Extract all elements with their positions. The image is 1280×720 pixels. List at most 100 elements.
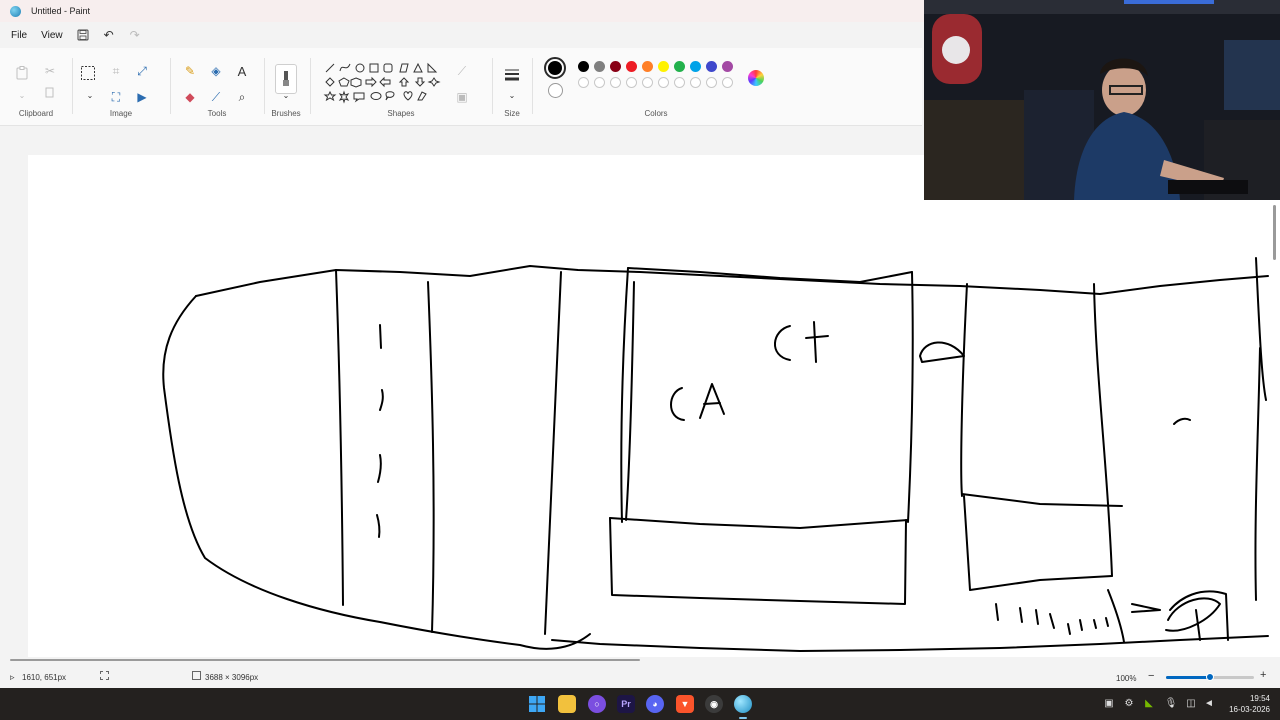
volume-icon[interactable]: ◄: [1202, 696, 1216, 710]
color-swatch[interactable]: [674, 61, 685, 72]
menu-file[interactable]: File: [6, 27, 32, 44]
select-dropdown-icon[interactable]: ⌄: [80, 86, 100, 104]
paint-taskbar-icon[interactable]: [734, 695, 752, 713]
taskbar: ○ Pr ◕ ▼ ◉ ▣ ⚙ ◣ 🎙 ◫ ◄ 19:54 16-03-2026: [0, 688, 1280, 720]
paste-icon[interactable]: [12, 64, 32, 82]
cursor-position: 1610, 651px: [22, 673, 67, 682]
color-swatch[interactable]: [674, 77, 685, 88]
shape-fill-icon[interactable]: ▣: [452, 88, 472, 106]
image-label: Image: [109, 109, 133, 118]
clipboard-group: ⌄ ✂ Clipboard: [6, 54, 66, 124]
primary-color[interactable]: [544, 57, 566, 79]
color-swatch[interactable]: [722, 77, 733, 88]
crop-icon[interactable]: ⌗: [106, 62, 126, 80]
color-swatch[interactable]: [594, 77, 605, 88]
size-label: Size: [504, 109, 520, 118]
color-swatch[interactable]: [626, 61, 637, 72]
app-circle-icon[interactable]: ○: [588, 695, 606, 713]
magnifier-icon[interactable]: ⌕: [232, 88, 252, 106]
color-swatch[interactable]: [610, 77, 621, 88]
zoom-in-icon[interactable]: +: [1260, 669, 1266, 681]
image-select-icon[interactable]: ⛶: [106, 88, 126, 106]
size-group: ⌄ Size: [498, 54, 526, 124]
brush-dropdown-icon[interactable]: ⌄: [276, 86, 296, 104]
paint-app-icon: [10, 5, 21, 17]
selection-size-icon: [100, 671, 109, 680]
save-icon[interactable]: [72, 26, 94, 44]
drawing-strokes: [162, 257, 1269, 652]
tray-app-icon[interactable]: ▣: [1102, 696, 1116, 710]
size-icon[interactable]: [502, 66, 522, 84]
menu-view[interactable]: View: [36, 27, 68, 44]
undo-icon[interactable]: ↶: [98, 26, 120, 44]
color-swatch[interactable]: [642, 77, 653, 88]
zoom-out-icon[interactable]: −: [1148, 670, 1154, 682]
color-swatch[interactable]: [722, 61, 733, 72]
tray-nvidia-icon[interactable]: ◣: [1142, 696, 1156, 710]
fill-icon[interactable]: ◈: [206, 62, 226, 80]
microphone-icon[interactable]: 🎙: [1164, 696, 1178, 710]
active-indicator: [739, 717, 747, 719]
ribbon-toolbar: ⌄ ✂ Clipboard ⌄ ⌗ ⤢ ⛶ ▶ Image ✎ ◈ A ◆ ⟋ …: [0, 48, 922, 126]
tools-group: ✎ ◈ A ◆ ⟋ ⌕ Tools: [176, 54, 258, 124]
cursor-icon: ▹: [10, 672, 15, 682]
window-title: Untitled - Paint: [31, 6, 91, 16]
secondary-color[interactable]: [548, 83, 563, 98]
clipboard-label: Clipboard: [18, 109, 54, 118]
edit-colors-icon[interactable]: [748, 70, 764, 86]
eraser-icon[interactable]: ◆: [180, 88, 200, 106]
discord-icon[interactable]: ◕: [646, 695, 664, 713]
paste-dropdown-icon[interactable]: ⌄: [12, 86, 32, 104]
redo-icon[interactable]: ↷: [124, 26, 146, 44]
premiere-icon[interactable]: Pr: [617, 695, 635, 713]
vertical-scrollbar[interactable]: [1273, 205, 1276, 260]
color-swatch[interactable]: [706, 61, 717, 72]
color-swatch[interactable]: [578, 61, 589, 72]
network-icon[interactable]: ◫: [1184, 696, 1198, 710]
color-swatch[interactable]: [610, 61, 621, 72]
canvas-size-icon: [192, 671, 201, 680]
copy-icon[interactable]: [40, 84, 60, 102]
canvas-size: 3688 × 3096px: [205, 673, 259, 682]
horizontal-scrollbar[interactable]: [10, 659, 640, 661]
color-swatch[interactable]: [658, 61, 669, 72]
divider: [170, 58, 171, 114]
color-swatch[interactable]: [642, 61, 653, 72]
obs-icon[interactable]: ◉: [705, 695, 723, 713]
tray-settings-icon[interactable]: ⚙: [1122, 696, 1136, 710]
select-icon[interactable]: [78, 64, 98, 82]
shapes-label: Shapes: [387, 109, 415, 118]
brave-icon[interactable]: ▼: [676, 695, 694, 713]
menu-bar: File View ↶ ↷: [0, 24, 146, 46]
clock-time[interactable]: 19:54: [1226, 694, 1270, 703]
divider: [72, 58, 73, 114]
brushes-label: Brushes: [271, 109, 301, 118]
size-dropdown-icon[interactable]: ⌄: [502, 86, 522, 104]
start-icon[interactable]: [528, 695, 546, 713]
rotate-icon[interactable]: ▶: [132, 88, 152, 106]
color-swatch[interactable]: [706, 77, 717, 88]
color-swatch[interactable]: [658, 77, 669, 88]
outline-icon[interactable]: ⟋: [452, 62, 472, 80]
file-explorer-icon[interactable]: [558, 695, 576, 713]
image-group: ⌄ ⌗ ⤢ ⛶ ▶ Image: [78, 54, 164, 124]
resize-icon[interactable]: ⤢: [132, 62, 152, 80]
divider: [264, 58, 265, 114]
text-icon[interactable]: A: [232, 62, 252, 80]
color-palette: [578, 58, 738, 102]
color-swatch[interactable]: [690, 77, 701, 88]
shapes-gallery[interactable]: [322, 58, 446, 104]
color-swatch[interactable]: [578, 77, 589, 88]
color-swatch[interactable]: [626, 77, 637, 88]
color-swatch[interactable]: [690, 61, 701, 72]
zoom-slider[interactable]: [1166, 673, 1254, 681]
color-picker-icon[interactable]: ⟋: [206, 88, 226, 106]
cut-icon[interactable]: ✂: [40, 62, 60, 80]
colors-label: Colors: [644, 109, 668, 118]
clock-date[interactable]: 16-03-2026: [1224, 705, 1270, 714]
drawing-canvas[interactable]: [28, 155, 1280, 657]
color-swatch[interactable]: [594, 61, 605, 72]
divider: [532, 58, 533, 114]
pencil-icon[interactable]: ✎: [180, 62, 200, 80]
webcam-overlay: [924, 0, 1280, 200]
